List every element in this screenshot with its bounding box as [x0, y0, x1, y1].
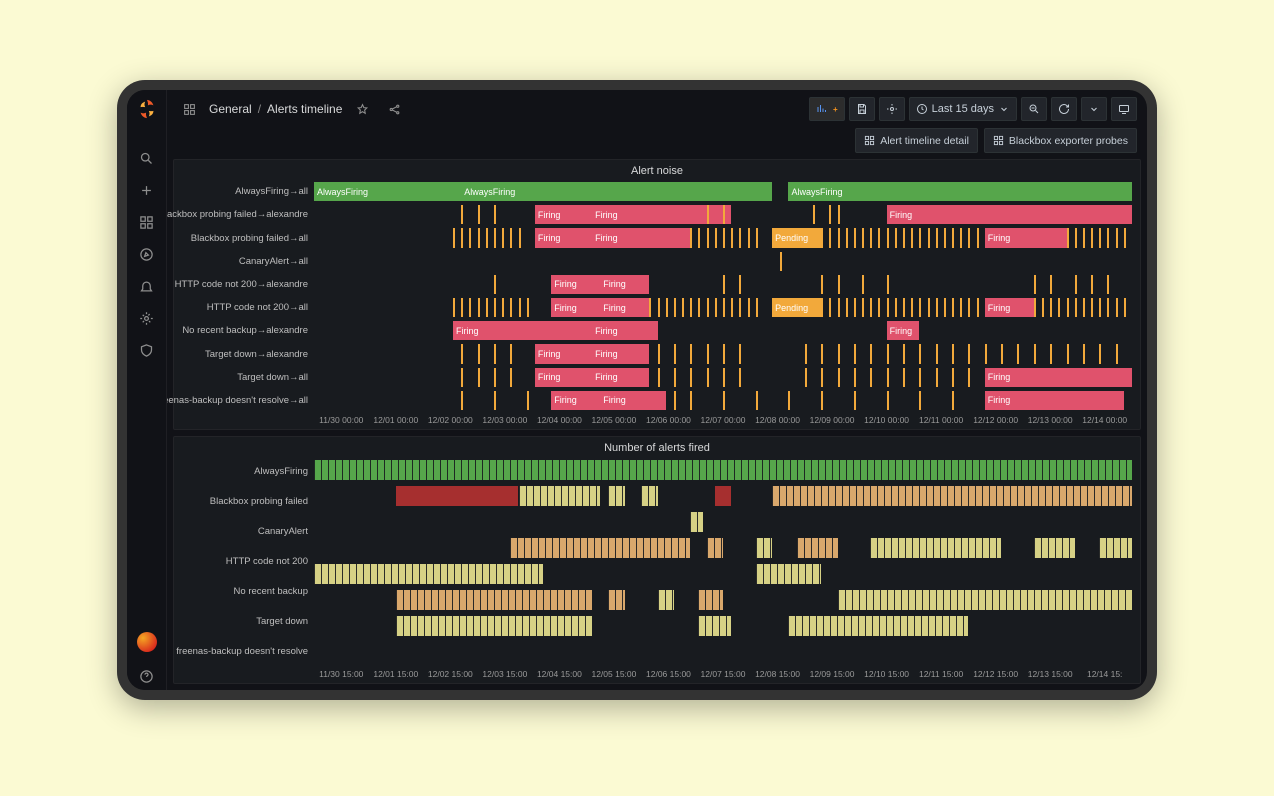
row-label: CanaryAlert [174, 517, 314, 547]
row-label: AlwaysFiring [174, 457, 314, 487]
panel-title: Alert noise [174, 160, 1140, 180]
row-label: Target down [174, 606, 314, 636]
row-label: Blackbox probing failed→alexandre [174, 203, 314, 226]
timeline-chart[interactable]: AlwaysFiringAlwaysFiringAlwaysFiringFiri… [314, 180, 1140, 412]
share-icon[interactable] [382, 97, 406, 121]
row-label: HTTP code not 200→all [174, 296, 314, 319]
dashboards-icon[interactable] [133, 208, 161, 236]
row-label: HTTP code not 200→alexandre [174, 273, 314, 296]
time-range-picker[interactable]: Last 15 days [909, 97, 1017, 121]
sidebar [127, 90, 167, 690]
row-label: AlwaysFiring→all [174, 180, 314, 203]
row-label: No recent backup→alexandre [174, 319, 314, 342]
row-label: HTTP code not 200 [174, 547, 314, 577]
avatar[interactable] [137, 632, 157, 652]
grafana-logo-icon [136, 98, 158, 120]
breadcrumb-root[interactable]: General [209, 102, 252, 116]
page-title[interactable]: Alerts timeline [267, 102, 342, 116]
search-icon[interactable] [133, 144, 161, 172]
gear-icon[interactable] [133, 304, 161, 332]
zoom-out-button[interactable] [1021, 97, 1047, 121]
grid-icon[interactable] [177, 97, 201, 121]
heatmap-chart[interactable] [314, 457, 1140, 639]
row-label: Blackbox probing failed→all [174, 226, 314, 249]
row-label: Target down→alexandre [174, 342, 314, 365]
row-label: CanaryAlert→all [174, 250, 314, 273]
breadcrumb: General / Alerts timeline [209, 102, 342, 116]
save-button[interactable] [849, 97, 875, 121]
plus-icon[interactable] [133, 176, 161, 204]
row-label: freenas-backup doesn't resolve [174, 636, 314, 666]
alerting-icon[interactable] [133, 272, 161, 300]
explore-icon[interactable] [133, 240, 161, 268]
star-icon[interactable] [350, 97, 374, 121]
topbar: General / Alerts timeline + Last 15 days [167, 90, 1147, 128]
link-blackbox-probes[interactable]: Blackbox exporter probes [984, 128, 1137, 153]
row-label: Blackbox probing failed [174, 487, 314, 517]
row-label: Target down→all [174, 366, 314, 389]
shield-icon[interactable] [133, 336, 161, 364]
refresh-button[interactable] [1051, 97, 1077, 121]
add-panel-button[interactable]: + [809, 97, 845, 121]
link-alert-timeline-detail[interactable]: Alert timeline detail [855, 128, 978, 153]
panel-alert-noise: Alert noise AlwaysFiring→allBlackbox pro… [173, 159, 1141, 430]
row-label: No recent backup [174, 576, 314, 606]
row-label: freenas-backup doesn't resolve→all [174, 389, 314, 412]
panel-number-of-alerts: Number of alerts fired AlwaysFiringBlack… [173, 436, 1141, 684]
help-icon[interactable] [133, 662, 161, 690]
panel-title: Number of alerts fired [174, 437, 1140, 457]
tv-mode-button[interactable] [1111, 97, 1137, 121]
settings-button[interactable] [879, 97, 905, 121]
refresh-dropdown[interactable] [1081, 97, 1107, 121]
